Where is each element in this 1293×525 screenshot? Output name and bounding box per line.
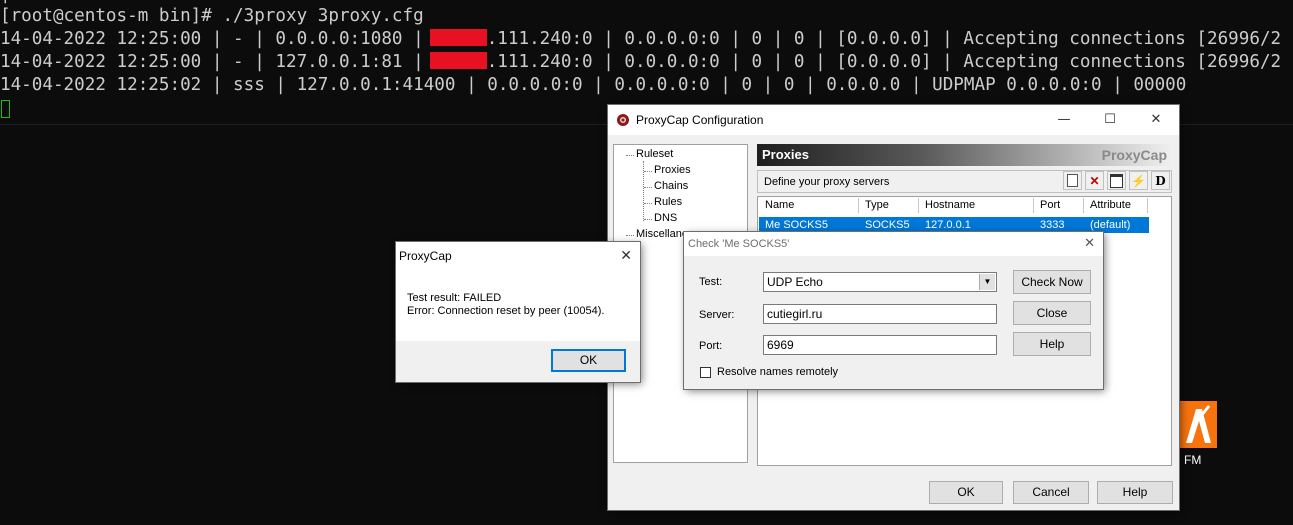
tree-connector (626, 235, 634, 236)
close-button[interactable]: ✕ (1133, 105, 1179, 135)
config-window-title: ProxyCap Configuration (636, 113, 764, 127)
minimize-button[interactable]: — (1041, 105, 1087, 135)
test-result-text: Test result: FAILED (407, 292, 502, 304)
tree-item-proxies[interactable]: Proxies (654, 164, 691, 176)
description-text: Define your proxy servers (764, 176, 890, 188)
new-proxy-button[interactable] (1063, 171, 1082, 190)
default-proxy-button[interactable]: D (1151, 171, 1170, 190)
config-ok-button[interactable]: OK (929, 481, 1003, 504)
resolve-remotely-label[interactable]: Resolve names remotely (717, 366, 838, 378)
tree-connector (626, 155, 634, 156)
check-dialog-titlebar[interactable]: Check 'Me SOCKS5' ✕ (684, 232, 1103, 256)
delete-icon: ✕ (1089, 173, 1100, 188)
new-document-icon (1067, 174, 1078, 187)
row-port: 3333 (1040, 219, 1065, 231)
row-name: Me SOCKS5 (765, 219, 828, 231)
d-icon: D (1155, 173, 1166, 188)
banner-brand: ProxyCap (1101, 147, 1167, 163)
minimize-icon: — (1057, 112, 1071, 127)
terminal-cursor (1, 100, 10, 118)
proxies-banner: Proxies ProxyCap (757, 144, 1172, 166)
config-titlebar[interactable]: ProxyCap Configuration — ☐ ✕ (608, 105, 1179, 135)
desktop-icon-label: FM (1184, 453, 1202, 467)
redaction-block (429, 29, 487, 46)
row-type: SOCKS5 (865, 219, 910, 231)
terminal-log-line-1: 14-04-2022 12:25:00 | - | 0.0.0.0:1080 |… (0, 29, 1282, 49)
column-header-name[interactable]: Name (759, 198, 859, 213)
message-box-title: ProxyCap (399, 249, 452, 263)
resolve-remotely-checkbox[interactable] (700, 367, 711, 378)
desktop-icon-fm[interactable]: FM (1176, 401, 1220, 471)
row-attribute: (default) (1090, 219, 1131, 231)
tree-connector (644, 203, 652, 204)
test-type-select[interactable]: UDP Echo ▼ (763, 272, 997, 292)
test-type-value: UDP Echo (767, 275, 823, 289)
check-dialog-close-button[interactable]: ✕ (1084, 235, 1095, 251)
port-input[interactable]: 6969 (763, 335, 997, 355)
check-close-button[interactable]: Close (1013, 301, 1091, 325)
check-help-button[interactable]: Help (1013, 332, 1091, 356)
properties-icon (1110, 173, 1123, 188)
error-message-text: Error: Connection reset by peer (10054). (407, 305, 605, 317)
terminal-prompt: [root@centos-m bin]# ./3proxy 3proxy.cfg (0, 6, 424, 26)
properties-button[interactable] (1107, 171, 1126, 190)
maximize-button[interactable]: ☐ (1087, 105, 1133, 135)
check-proxy-dialog[interactable]: Check 'Me SOCKS5' ✕ Test: UDP Echo ▼ Ser… (684, 232, 1103, 389)
test-label: Test: (699, 276, 723, 288)
banner-title: Proxies (762, 147, 809, 162)
message-box-ok-button[interactable]: OK (551, 349, 626, 372)
tree-connector (643, 161, 644, 221)
tree-item-dns[interactable]: DNS (654, 212, 677, 224)
tree-item-miscellaneous[interactable]: Miscellane (636, 228, 688, 240)
column-header-type[interactable]: Type (859, 198, 919, 213)
tree-item-rules[interactable]: Rules (654, 196, 682, 208)
check-proxy-button[interactable]: ⚡ (1129, 171, 1148, 190)
tree-item-chains[interactable]: Chains (654, 180, 688, 192)
message-box-close-button[interactable]: ✕ (620, 247, 632, 264)
tree-connector (644, 171, 652, 172)
close-icon: ✕ (1150, 112, 1162, 127)
server-label: Server: (699, 309, 735, 321)
redaction-block (429, 52, 487, 69)
dropdown-arrow-icon: ▼ (979, 274, 995, 290)
column-header-attribute[interactable]: Attribute (1084, 198, 1148, 213)
close-icon: ✕ (1084, 235, 1095, 250)
message-box-titlebar[interactable]: ProxyCap ✕ (396, 242, 640, 270)
server-input[interactable]: cutiegirl.ru (763, 304, 997, 324)
row-hostname: 127.0.0.1 (925, 219, 971, 231)
fm-app-icon (1180, 401, 1217, 448)
close-icon: ✕ (620, 247, 632, 263)
column-header-hostname[interactable]: Hostname (919, 198, 1034, 213)
terminal-log-line-3: 14-04-2022 12:25:02 | sss | 127.0.0.1:41… (0, 75, 1187, 95)
proxycap-app-icon (616, 113, 630, 127)
maximize-icon: ☐ (1104, 112, 1116, 127)
terminal-log-line-2: 14-04-2022 12:25:00 | - | 127.0.0.1:81 |… (0, 52, 1282, 72)
tree-connector (644, 187, 652, 188)
delete-proxy-button[interactable]: ✕ (1085, 171, 1104, 190)
config-cancel-button[interactable]: Cancel (1013, 481, 1089, 504)
tree-connector (644, 219, 652, 220)
check-dialog-title: Check 'Me SOCKS5' (688, 238, 790, 250)
lightning-check-icon: ⚡ (1131, 173, 1146, 188)
tree-item-ruleset[interactable]: Ruleset (636, 148, 673, 160)
proxycap-message-box[interactable]: ProxyCap ✕ Test result: FAILED Error: Co… (396, 242, 640, 382)
column-header-port[interactable]: Port (1034, 198, 1084, 213)
check-now-button[interactable]: Check Now (1013, 270, 1091, 294)
port-label: Port: (699, 340, 723, 352)
config-help-button[interactable]: Help (1097, 481, 1173, 504)
